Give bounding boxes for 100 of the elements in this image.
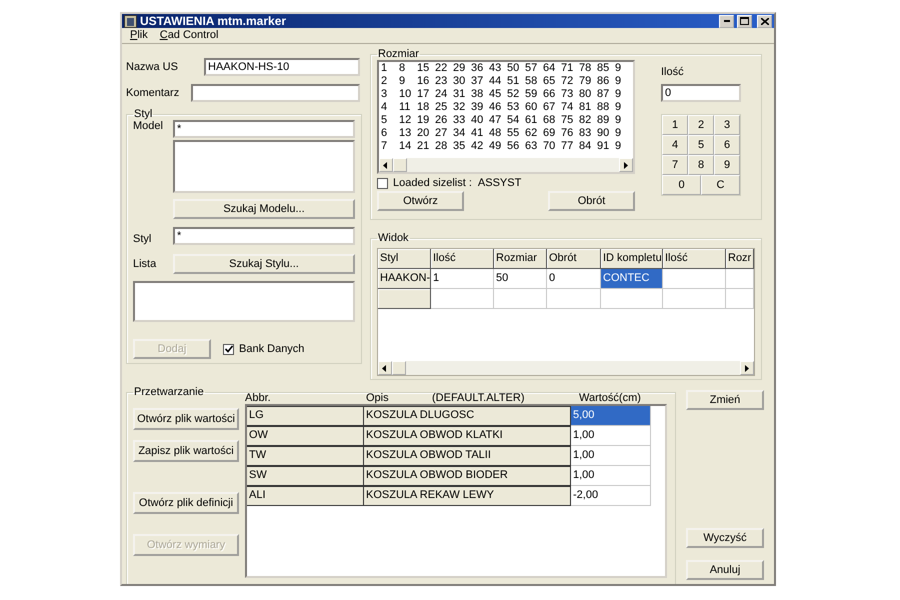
column-header[interactable]: ID kompletu — [601, 249, 663, 269]
checkbox[interactable] — [223, 344, 234, 354]
size-entry[interactable]: 66 — [543, 88, 561, 101]
size-entry[interactable]: 15 — [417, 62, 435, 75]
size-entry[interactable]: 31 — [453, 88, 471, 101]
style-list[interactable] — [133, 281, 355, 322]
size-entry[interactable]: 14 — [399, 140, 417, 153]
search-style-button[interactable]: Szukaj Stylu... — [173, 254, 355, 274]
keypad-key[interactable]: C — [701, 175, 740, 195]
size-entry[interactable]: 28 — [435, 140, 453, 153]
size-entry[interactable]: 49 — [489, 140, 507, 153]
size-entry[interactable]: 30 — [453, 75, 471, 88]
size-entry[interactable]: 33 — [453, 114, 471, 127]
minimize-button[interactable] — [719, 14, 734, 28]
size-entry[interactable]: 24 — [435, 88, 453, 101]
size-entry[interactable]: 10 — [399, 88, 417, 101]
size-entry[interactable]: 85 — [597, 62, 615, 75]
style-field[interactable]: * — [173, 227, 355, 245]
size-entry[interactable]: 77 — [561, 140, 579, 153]
size-entry[interactable]: 9 — [615, 140, 633, 153]
size-entry[interactable]: 2 — [381, 75, 399, 88]
size-entry[interactable]: 9 — [615, 101, 633, 114]
size-entry[interactable]: 11 — [399, 101, 417, 114]
size-entry[interactable]: 63 — [525, 140, 543, 153]
scroll-thumb[interactable] — [393, 158, 407, 172]
dialog-button[interactable]: Obrót — [548, 191, 635, 211]
size-entry[interactable]: 12 — [399, 114, 417, 127]
size-entry[interactable]: 7 — [381, 140, 399, 153]
size-entry[interactable]: 36 — [471, 62, 489, 75]
horizontal-scrollbar[interactable] — [379, 158, 633, 172]
size-entry[interactable]: 64 — [543, 62, 561, 75]
size-entry[interactable]: 55 — [507, 127, 525, 140]
dialog-button[interactable]: Zmień — [686, 390, 764, 410]
quantity-field[interactable]: 0 — [661, 84, 741, 102]
size-entry[interactable]: 40 — [471, 114, 489, 127]
size-entry[interactable]: 69 — [543, 127, 561, 140]
column-header[interactable]: Obrót — [547, 249, 601, 269]
size-entry[interactable]: 74 — [561, 101, 579, 114]
name-field[interactable]: HAAKON-HS-10 — [204, 58, 360, 76]
grid-cell[interactable] — [663, 269, 726, 289]
size-entry[interactable]: 9 — [615, 62, 633, 75]
dialog-button[interactable]: Wyczyść — [686, 528, 764, 548]
size-entry[interactable]: 22 — [435, 62, 453, 75]
keypad-key[interactable]: 5 — [688, 135, 714, 155]
size-entry[interactable]: 78 — [579, 62, 597, 75]
size-entry[interactable]: 9 — [615, 75, 633, 88]
size-entry[interactable]: 56 — [507, 140, 525, 153]
column-header[interactable]: Ilość — [431, 249, 494, 269]
size-entry[interactable]: 60 — [525, 101, 543, 114]
grid-cell[interactable] — [726, 289, 754, 309]
size-entry[interactable]: 32 — [453, 101, 471, 114]
dialog-button[interactable]: Otwórz plik definicji — [133, 492, 239, 514]
size-entry[interactable]: 47 — [489, 114, 507, 127]
column-header[interactable]: Rozmiar — [494, 249, 547, 269]
keypad-key[interactable]: 3 — [714, 115, 740, 135]
size-entry[interactable]: 51 — [507, 75, 525, 88]
grid-cell[interactable]: 50 — [494, 269, 547, 289]
size-entry[interactable]: 19 — [417, 114, 435, 127]
size-entry[interactable]: 18 — [417, 101, 435, 114]
column-header[interactable]: Rozr — [726, 249, 754, 269]
scroll-right-button[interactable] — [740, 361, 754, 375]
close-button[interactable] — [757, 14, 772, 28]
keypad-key[interactable]: 4 — [662, 135, 688, 155]
size-entry[interactable]: 46 — [489, 101, 507, 114]
size-entry[interactable]: 87 — [597, 88, 615, 101]
size-entry[interactable]: 35 — [453, 140, 471, 153]
dialog-button[interactable]: Zapisz plik wartości — [133, 440, 239, 462]
size-entry[interactable]: 39 — [471, 101, 489, 114]
size-entry[interactable]: 50 — [507, 62, 525, 75]
dialog-button[interactable]: Otwórz plik wartości — [133, 408, 239, 430]
keypad-key[interactable]: 8 — [688, 155, 714, 175]
size-entry[interactable]: 53 — [507, 101, 525, 114]
size-entry[interactable]: 9 — [615, 127, 633, 140]
size-entry[interactable]: 9 — [399, 75, 417, 88]
column-header[interactable]: Ilość — [663, 249, 726, 269]
value-cell[interactable]: -2,00 — [571, 486, 651, 506]
size-entry[interactable]: 20 — [417, 127, 435, 140]
size-entry[interactable]: 70 — [543, 140, 561, 153]
size-entry[interactable]: 25 — [435, 101, 453, 114]
size-entry[interactable]: 42 — [471, 140, 489, 153]
size-entry[interactable]: 72 — [561, 75, 579, 88]
size-entry[interactable]: 16 — [417, 75, 435, 88]
scroll-left-button[interactable] — [378, 361, 392, 375]
grid-cell[interactable]: 1 — [431, 269, 494, 289]
size-entry[interactable]: 54 — [507, 114, 525, 127]
size-entry[interactable]: 90 — [597, 127, 615, 140]
size-entry[interactable]: 13 — [399, 127, 417, 140]
size-entry[interactable]: 8 — [399, 62, 417, 75]
keypad-key[interactable]: 6 — [714, 135, 740, 155]
size-entry[interactable]: 26 — [435, 114, 453, 127]
value-cell[interactable]: 1,00 — [571, 466, 651, 486]
grid-cell[interactable] — [663, 289, 726, 309]
size-list[interactable] — [377, 60, 635, 174]
size-entry[interactable]: 3 — [381, 88, 399, 101]
size-entry[interactable]: 27 — [435, 127, 453, 140]
size-entry[interactable]: 44 — [489, 75, 507, 88]
scroll-left-button[interactable] — [379, 158, 393, 172]
row-header[interactable]: HAAKON- — [378, 269, 431, 289]
grid-cell[interactable]: CONTEC — [601, 269, 663, 289]
value-cell[interactable]: 1,00 — [571, 426, 651, 446]
